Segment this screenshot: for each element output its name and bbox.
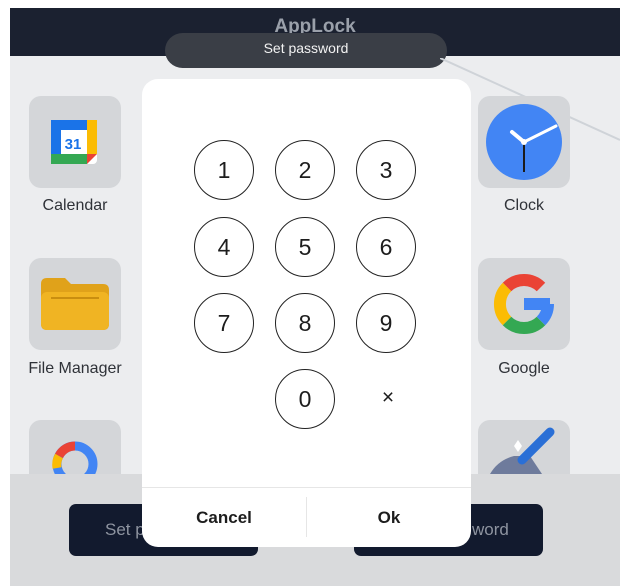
cleaner-app-tile[interactable]: [478, 420, 570, 474]
clock-icon: [486, 104, 562, 180]
calendar-icon: 31: [51, 120, 97, 164]
keypad-key-5[interactable]: 5: [275, 217, 335, 277]
maps-app-tile[interactable]: [29, 420, 121, 487]
keypad-key-6[interactable]: 6: [356, 217, 416, 277]
keypad-key-7[interactable]: 7: [194, 293, 254, 353]
keypad-key-8[interactable]: 8: [275, 293, 335, 353]
keypad-key-0[interactable]: 0: [275, 369, 335, 429]
google-app-tile[interactable]: [478, 258, 570, 350]
keypad-key-4[interactable]: 4: [194, 217, 254, 277]
file-manager-app-tile[interactable]: [29, 258, 121, 350]
delete-icon[interactable]: ×: [370, 380, 406, 416]
calendar-label: Calendar: [42, 197, 108, 214]
folder-icon: [41, 278, 109, 330]
toast-message: Set password: [165, 33, 447, 68]
password-dialog: 1 2 3 4 5 6 7 8 9 0 × Cancel Ok: [142, 79, 471, 547]
google-icon: [493, 273, 555, 335]
calendar-badge: 31: [65, 136, 82, 153]
keypad-key-3[interactable]: 3: [356, 140, 416, 200]
ok-button[interactable]: Ok: [307, 488, 471, 547]
google-label: Google: [498, 360, 550, 377]
cancel-button[interactable]: Cancel: [142, 488, 306, 547]
calendar-app-tile[interactable]: 31: [29, 96, 121, 188]
clock-app-tile[interactable]: [478, 96, 570, 188]
keypad-key-9[interactable]: 9: [356, 293, 416, 353]
cleaner-icon: [490, 427, 555, 474]
maps-icon: [52, 441, 98, 487]
file-manager-label: File Manager: [28, 360, 122, 377]
keypad-key-1[interactable]: 1: [194, 140, 254, 200]
keypad-key-2[interactable]: 2: [275, 140, 335, 200]
clock-label: Clock: [503, 197, 544, 214]
